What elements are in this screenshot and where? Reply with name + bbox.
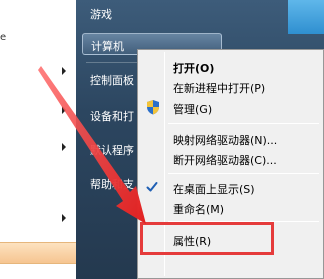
- menu-item-show-on-desktop[interactable]: 在桌面上显示(S): [173, 181, 255, 197]
- menu-item-manage[interactable]: 管理(G): [173, 101, 212, 117]
- start-item-devices-printers[interactable]: 设备和打: [90, 108, 134, 124]
- menu-item-open[interactable]: 打开(O): [173, 60, 214, 76]
- menu-separator: [168, 123, 319, 124]
- shield-icon: [147, 100, 159, 115]
- check-icon: [146, 182, 158, 192]
- start-item-computer-label: 计算机: [91, 40, 124, 53]
- highlighted-program-item[interactable]: [0, 242, 76, 264]
- menu-item-rename[interactable]: 重命名(M): [173, 201, 224, 217]
- start-item-control-panel[interactable]: 控制面板: [90, 72, 134, 88]
- program-item-label[interactable]: e: [0, 32, 6, 43]
- chevron-right-icon[interactable]: [62, 106, 66, 114]
- menu-item-map-drive[interactable]: 映射网络驱动器(N)...: [173, 132, 277, 148]
- programs-pane: e: [0, 0, 76, 279]
- chevron-right-icon[interactable]: [62, 214, 66, 222]
- chevron-right-icon[interactable]: [62, 143, 66, 151]
- menu-item-open-new-process[interactable]: 在新进程中打开(P): [173, 80, 265, 96]
- annotation-highlight-box: [140, 222, 274, 255]
- menu-item-disconnect-drive[interactable]: 断开网络驱动器(C)...: [173, 152, 277, 168]
- start-item-help-support[interactable]: 帮助和支: [90, 176, 134, 192]
- chevron-right-icon[interactable]: [62, 67, 66, 75]
- start-item-default-programs[interactable]: 默认程序: [90, 142, 134, 158]
- start-item-games[interactable]: 游戏: [90, 6, 112, 22]
- menu-separator: [168, 173, 319, 174]
- desktop-background: [288, 0, 324, 34]
